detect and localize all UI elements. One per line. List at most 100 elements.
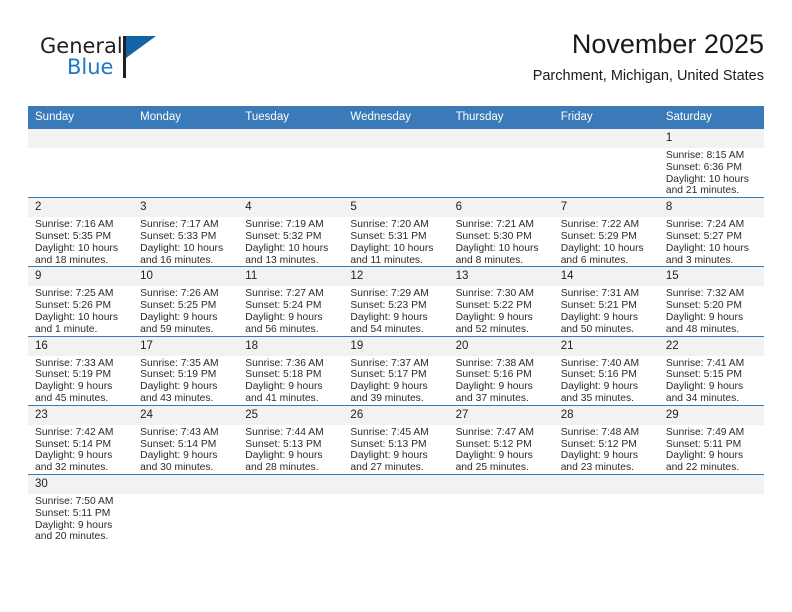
sunrise-time: Sunrise: 7:44 AM [245,426,324,438]
daylight-duration-line1: Daylight: 9 hours [35,381,113,393]
calendar-day-cell[interactable]: 29 Sunrise: 7:49 AM Sunset: 5:11 PM Dayligh… [658,404,764,475]
day-number: 12 [343,267,449,287]
calendar-day-cell[interactable]: 8 Sunrise: 7:24 AM Sunset: 5:27 PM Daylight… [658,197,764,267]
calendar-day-cell[interactable]: 9 Sunrise: 7:25 AM Sunset: 5:26 PM Daylight… [28,266,134,337]
daylight-duration-line1: Daylight: 9 hours [665,450,744,462]
daylight-duration-line1: Daylight: 10 hours [560,242,644,254]
general-blue-logo[interactable]: General Blue [40,34,220,94]
day-details: Sunrise: 7:47 AM Sunset: 5:12 PM Daylight:… [449,425,554,474]
calendar-day-cell[interactable]: 4 Sunrise: 7:19 AM Sunset: 5:32 PM Daylight… [238,197,344,267]
day-number: 13 [448,267,554,287]
sunrise-time: Sunrise: 7:47 AM [455,426,534,438]
calendar-day-cell[interactable]: 27 Sunrise: 7:47 AM Sunset: 5:12 PM Dayligh… [448,404,554,475]
day-number: 19 [343,336,449,356]
day-number: 23 [28,405,134,425]
calendar-day-cell-empty [343,127,449,198]
day-details: Sunrise: 7:35 AM Sunset: 5:19 PM Daylight:… [133,356,238,405]
calendar-day-cell[interactable]: 15 Sunrise: 7:32 AM Sunset: 5:20 PM Dayligh… [658,266,764,337]
day-number [28,129,134,148]
sunset-time: Sunset: 5:25 PM [140,300,217,312]
sunset-time: Sunset: 5:31 PM [350,230,427,242]
day-details: Sunrise: 7:45 AM Sunset: 5:13 PM Daylight:… [343,425,448,474]
calendar-day-cell[interactable]: 5 Sunrise: 7:20 AM Sunset: 5:31 PM Daylight… [343,197,449,267]
day-number: 22 [658,336,764,356]
calendar-day-cell-empty [448,127,554,198]
daylight-duration-line1: Daylight: 10 hours [665,173,749,185]
daylight-duration-line2: and 56 minutes. [245,323,319,335]
daylight-duration-line2: and 8 minutes. [455,254,524,266]
sunset-time: Sunset: 5:16 PM [560,369,637,381]
day-details: Sunrise: 7:17 AM Sunset: 5:33 PM Daylight:… [133,217,238,266]
day-number [448,474,554,494]
day-number: 27 [448,405,554,425]
daylight-duration-line1: Daylight: 10 hours [140,242,224,254]
day-details: Sunrise: 7:20 AM Sunset: 5:31 PM Daylight:… [343,217,448,266]
day-number: 4 [238,198,344,218]
day-details: Sunrise: 7:26 AM Sunset: 5:25 PM Daylight:… [133,286,238,335]
sunset-time: Sunset: 5:11 PM [35,507,111,519]
calendar-day-cell[interactable]: 16 Sunrise: 7:33 AM Sunset: 5:19 PM Dayligh… [28,335,134,406]
calendar-day-cell[interactable]: 19 Sunrise: 7:37 AM Sunset: 5:17 PM Dayligh… [343,335,449,406]
calendar-day-cell[interactable]: 3 Sunrise: 7:17 AM Sunset: 5:33 PM Daylight… [133,197,239,267]
day-number: 24 [133,405,239,425]
calendar-day-cell[interactable]: 20 Sunrise: 7:38 AM Sunset: 5:16 PM Dayligh… [448,335,554,406]
sunrise-time: Sunrise: 7:43 AM [140,426,219,438]
calendar-day-cell-empty [343,473,449,544]
daylight-duration-line1: Daylight: 10 hours [35,311,118,323]
calendar-day-cell-empty [238,127,344,198]
sunrise-time: Sunrise: 7:31 AM [560,288,640,300]
calendar-day-cell[interactable]: 6 Sunrise: 7:21 AM Sunset: 5:30 PM Daylight… [448,197,554,267]
day-number: 1 [658,129,764,148]
calendar-week-row: 23 Sunrise: 7:42 AM Sunset: 5:14 PM Dayligh… [28,404,764,475]
sunrise-time: Sunrise: 7:38 AM [455,357,534,369]
calendar-day-cell[interactable]: 25 Sunrise: 7:44 AM Sunset: 5:13 PM Dayligh… [238,404,344,475]
calendar-day-cell-empty [238,473,344,544]
sunrise-time: Sunrise: 7:48 AM [560,426,640,438]
day-number [343,129,449,148]
daylight-duration-line2: and 41 minutes. [245,392,319,404]
sunset-time: Sunset: 5:15 PM [665,369,742,381]
day-number: 30 [28,474,134,494]
calendar-week-row: 9 Sunrise: 7:25 AM Sunset: 5:26 PM Daylight… [28,266,764,337]
calendar-day-cell[interactable]: 11 Sunrise: 7:27 AM Sunset: 5:24 PM Dayligh… [238,266,344,337]
sunset-time: Sunset: 5:26 PM [35,300,112,312]
calendar-day-cell[interactable]: 12 Sunrise: 7:29 AM Sunset: 5:23 PM Dayligh… [343,266,449,337]
day-details: Sunrise: 7:41 AM Sunset: 5:15 PM Daylight:… [659,356,764,405]
daylight-duration-line1: Daylight: 9 hours [665,381,744,393]
calendar-day-cell[interactable]: 17 Sunrise: 7:35 AM Sunset: 5:19 PM Dayligh… [133,335,239,406]
sunrise-time: Sunrise: 7:32 AM [665,288,745,300]
day-number: 17 [133,336,239,356]
daylight-duration-line2: and 18 minutes. [35,254,109,266]
calendar-day-cell[interactable]: 13 Sunrise: 7:30 AM Sunset: 5:22 PM Dayligh… [448,266,554,337]
calendar-day-cell[interactable]: 30 Sunrise: 7:50 AM Sunset: 5:11 PM Dayligh… [28,473,134,544]
daylight-duration-line2: and 54 minutes. [350,323,424,335]
calendar-day-cell[interactable]: 22 Sunrise: 7:41 AM Sunset: 5:15 PM Dayligh… [658,335,764,406]
calendar-day-cell[interactable]: 28 Sunrise: 7:48 AM Sunset: 5:12 PM Dayligh… [553,404,659,475]
day-details: Sunrise: 7:49 AM Sunset: 5:11 PM Daylight:… [659,425,764,474]
sunset-time: Sunset: 5:33 PM [140,230,217,242]
calendar-day-cell[interactable]: 24 Sunrise: 7:43 AM Sunset: 5:14 PM Dayligh… [133,404,239,475]
sunrise-time: Sunrise: 7:25 AM [35,288,114,300]
sunset-time: Sunset: 5:21 PM [560,300,637,312]
calendar-day-cell[interactable]: 21 Sunrise: 7:40 AM Sunset: 5:16 PM Dayligh… [553,335,659,406]
daylight-duration-line1: Daylight: 9 hours [245,311,323,323]
day-details: Sunrise: 7:21 AM Sunset: 5:30 PM Daylight:… [449,217,554,266]
sunrise-time: Sunrise: 7:20 AM [350,219,429,231]
sunset-time: Sunset: 5:19 PM [140,369,217,381]
calendar-day-cell[interactable]: 1 Sunrise: 8:15 AM Sunset: 6:36 PM Daylight… [658,127,764,198]
day-details: Sunrise: 7:43 AM Sunset: 5:14 PM Daylight:… [133,425,238,474]
day-number: 18 [238,336,344,356]
sunrise-time: Sunrise: 7:30 AM [455,288,534,300]
sunrise-time: Sunrise: 7:24 AM [665,219,745,231]
calendar-day-cell[interactable]: 7 Sunrise: 7:22 AM Sunset: 5:29 PM Daylight… [553,197,659,267]
sunrise-time: Sunrise: 7:16 AM [35,219,114,231]
calendar-day-cell[interactable]: 10 Sunrise: 7:26 AM Sunset: 5:25 PM Dayligh… [133,266,239,337]
calendar-day-cell[interactable]: 23 Sunrise: 7:42 AM Sunset: 5:14 PM Dayligh… [28,404,134,475]
calendar-day-cell[interactable]: 14 Sunrise: 7:31 AM Sunset: 5:21 PM Dayligh… [553,266,659,337]
calendar-day-cell[interactable]: 26 Sunrise: 7:45 AM Sunset: 5:13 PM Dayligh… [343,404,449,475]
calendar-day-cell[interactable]: 2 Sunrise: 7:16 AM Sunset: 5:35 PM Daylight… [28,197,134,267]
sunset-time: Sunset: 5:19 PM [35,369,112,381]
calendar-day-cell[interactable]: 18 Sunrise: 7:36 AM Sunset: 5:18 PM Dayligh… [238,335,344,406]
day-details: Sunrise: 7:37 AM Sunset: 5:17 PM Daylight:… [343,356,448,405]
sunset-time: Sunset: 5:22 PM [455,300,532,312]
